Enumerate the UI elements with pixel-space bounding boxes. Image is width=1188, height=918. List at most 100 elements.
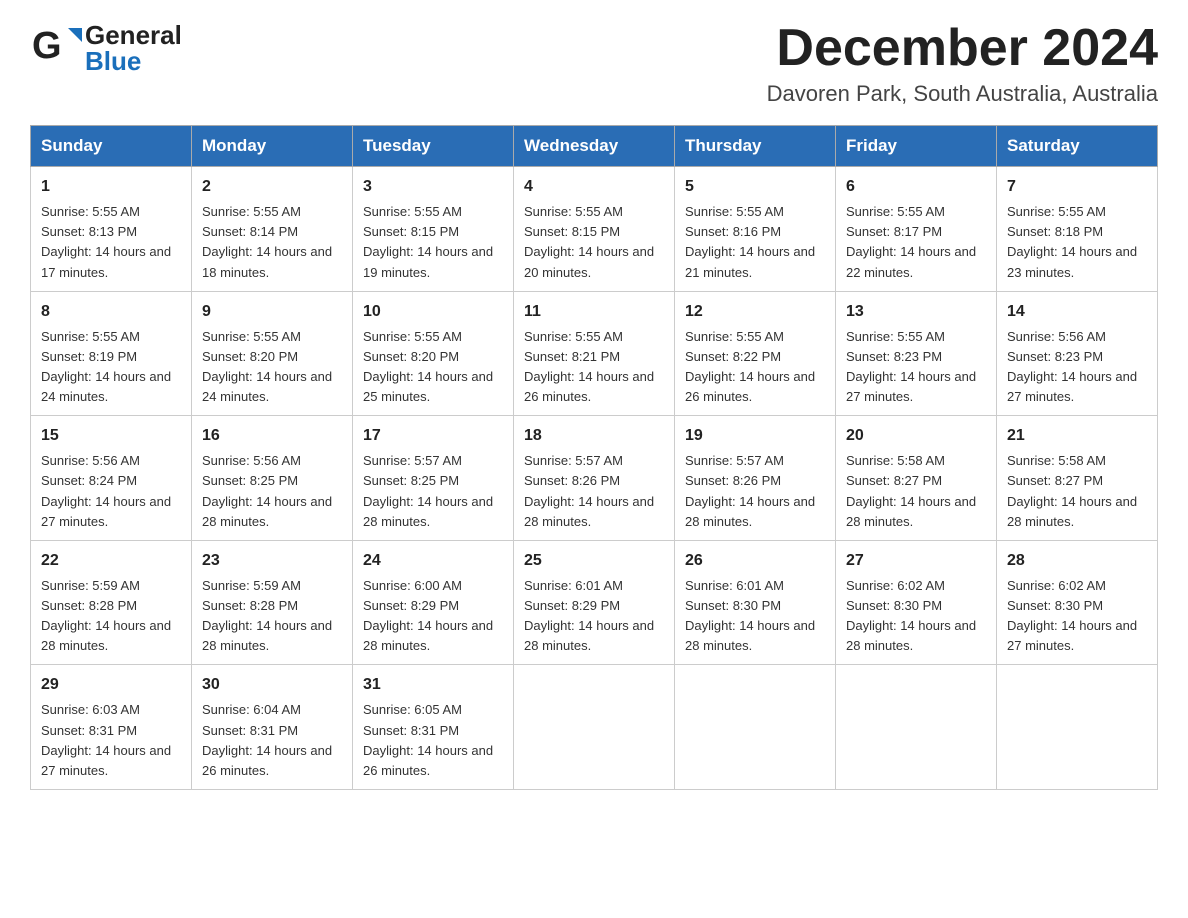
calendar-week-row: 22 Sunrise: 5:59 AMSunset: 8:28 PMDayligh… [31, 540, 1158, 665]
day-info: Sunrise: 5:57 AMSunset: 8:25 PMDaylight:… [363, 451, 503, 532]
month-title: December 2024 [767, 20, 1158, 77]
calendar-cell: 13Sunrise: 5:55 AMSunset: 8:23 PMDayligh… [836, 291, 997, 416]
day-number: 20 [846, 424, 986, 448]
day-number: 27 [846, 549, 986, 573]
day-number: 1 [41, 175, 181, 199]
day-number: 17 [363, 424, 503, 448]
day-number: 4 [524, 175, 664, 199]
calendar-cell: 1 Sunrise: 5:55 AMSunset: 8:13 PMDaylight… [31, 167, 192, 292]
calendar-week-row: 29 Sunrise: 6:03 AMSunset: 8:31 PMDayligh… [31, 665, 1158, 790]
calendar-cell: 21 Sunrise: 5:58 AMSunset: 8:27 PMDayligh… [997, 416, 1158, 541]
day-number: 5 [685, 175, 825, 199]
calendar-cell: 16Sunrise: 5:56 AMSunset: 8:25 PMDayligh… [192, 416, 353, 541]
calendar-cell: 7 Sunrise: 5:55 AMSunset: 8:18 PMDaylight… [997, 167, 1158, 292]
day-info: Sunrise: 5:55 AMSunset: 8:13 PMDaylight:… [41, 202, 181, 283]
day-info: Sunrise: 5:59 AMSunset: 8:28 PMDaylight:… [41, 576, 181, 657]
day-info: Sunrise: 5:55 AMSunset: 8:15 PMDaylight:… [363, 202, 503, 283]
day-info: Sunrise: 5:59 AMSunset: 8:28 PMDaylight:… [202, 576, 342, 657]
day-number: 15 [41, 424, 181, 448]
calendar-cell: 28Sunrise: 6:02 AMSunset: 8:30 PMDayligh… [997, 540, 1158, 665]
day-number: 6 [846, 175, 986, 199]
day-number: 7 [1007, 175, 1147, 199]
day-info: Sunrise: 5:55 AMSunset: 8:20 PMDaylight:… [202, 327, 342, 408]
day-info: Sunrise: 5:58 AMSunset: 8:27 PMDaylight:… [846, 451, 986, 532]
day-info: Sunrise: 6:03 AMSunset: 8:31 PMDaylight:… [41, 700, 181, 781]
day-number: 22 [41, 549, 181, 573]
calendar-cell: 4 Sunrise: 5:55 AMSunset: 8:15 PMDaylight… [514, 167, 675, 292]
day-info: Sunrise: 6:05 AMSunset: 8:31 PMDaylight:… [363, 700, 503, 781]
day-number: 18 [524, 424, 664, 448]
calendar-cell: 27 Sunrise: 6:02 AMSunset: 8:30 PMDayligh… [836, 540, 997, 665]
calendar-week-row: 1 Sunrise: 5:55 AMSunset: 8:13 PMDaylight… [31, 167, 1158, 292]
day-info: Sunrise: 5:56 AMSunset: 8:25 PMDaylight:… [202, 451, 342, 532]
calendar-cell: 3 Sunrise: 5:55 AMSunset: 8:15 PMDaylight… [353, 167, 514, 292]
calendar-cell: 12Sunrise: 5:55 AMSunset: 8:22 PMDayligh… [675, 291, 836, 416]
day-info: Sunrise: 5:56 AMSunset: 8:24 PMDaylight:… [41, 451, 181, 532]
day-number: 31 [363, 673, 503, 697]
day-info: Sunrise: 5:55 AMSunset: 8:16 PMDaylight:… [685, 202, 825, 283]
calendar-cell: 17 Sunrise: 5:57 AMSunset: 8:25 PMDayligh… [353, 416, 514, 541]
calendar-cell: 24 Sunrise: 6:00 AMSunset: 8:29 PMDayligh… [353, 540, 514, 665]
day-number: 25 [524, 549, 664, 573]
calendar-cell: 5 Sunrise: 5:55 AMSunset: 8:16 PMDaylight… [675, 167, 836, 292]
day-info: Sunrise: 5:55 AMSunset: 8:14 PMDaylight:… [202, 202, 342, 283]
header-tuesday: Tuesday [353, 126, 514, 167]
calendar-cell: 14 Sunrise: 5:56 AMSunset: 8:23 PMDayligh… [997, 291, 1158, 416]
day-info: Sunrise: 6:04 AMSunset: 8:31 PMDaylight:… [202, 700, 342, 781]
header-monday: Monday [192, 126, 353, 167]
day-info: Sunrise: 5:57 AMSunset: 8:26 PMDaylight:… [524, 451, 664, 532]
header-wednesday: Wednesday [514, 126, 675, 167]
day-number: 11 [524, 300, 664, 324]
day-number: 9 [202, 300, 342, 324]
calendar-cell: 10 Sunrise: 5:55 AMSunset: 8:20 PMDayligh… [353, 291, 514, 416]
day-info: Sunrise: 5:55 AMSunset: 8:20 PMDaylight:… [363, 327, 503, 408]
calendar-cell [836, 665, 997, 790]
calendar-cell: 9 Sunrise: 5:55 AMSunset: 8:20 PMDaylight… [192, 291, 353, 416]
day-info: Sunrise: 5:57 AMSunset: 8:26 PMDaylight:… [685, 451, 825, 532]
calendar-header-row: Sunday Monday Tuesday Wednesday Thursday… [31, 126, 1158, 167]
day-number: 10 [363, 300, 503, 324]
day-info: Sunrise: 5:55 AMSunset: 8:17 PMDaylight:… [846, 202, 986, 283]
page-header: G General Blue December 2024 Davoren Par… [30, 20, 1158, 107]
header-friday: Friday [836, 126, 997, 167]
calendar-cell: 25Sunrise: 6:01 AMSunset: 8:29 PMDayligh… [514, 540, 675, 665]
day-number: 21 [1007, 424, 1147, 448]
day-info: Sunrise: 6:00 AMSunset: 8:29 PMDaylight:… [363, 576, 503, 657]
calendar-week-row: 8 Sunrise: 5:55 AMSunset: 8:19 PMDaylight… [31, 291, 1158, 416]
calendar-cell: 31 Sunrise: 6:05 AMSunset: 8:31 PMDayligh… [353, 665, 514, 790]
day-number: 13 [846, 300, 986, 324]
day-number: 29 [41, 673, 181, 697]
logo-icon: G [30, 20, 85, 75]
day-info: Sunrise: 5:55 AMSunset: 8:18 PMDaylight:… [1007, 202, 1147, 283]
calendar-cell: 23 Sunrise: 5:59 AMSunset: 8:28 PMDayligh… [192, 540, 353, 665]
logo: G General Blue [30, 20, 182, 75]
day-info: Sunrise: 5:55 AMSunset: 8:15 PMDaylight:… [524, 202, 664, 283]
day-info: Sunrise: 5:55 AMSunset: 8:21 PMDaylight:… [524, 327, 664, 408]
day-number: 8 [41, 300, 181, 324]
calendar-cell [675, 665, 836, 790]
calendar-cell: 6 Sunrise: 5:55 AMSunset: 8:17 PMDaylight… [836, 167, 997, 292]
day-number: 3 [363, 175, 503, 199]
calendar-cell: 29 Sunrise: 6:03 AMSunset: 8:31 PMDayligh… [31, 665, 192, 790]
calendar-week-row: 15 Sunrise: 5:56 AMSunset: 8:24 PMDayligh… [31, 416, 1158, 541]
day-number: 2 [202, 175, 342, 199]
day-number: 23 [202, 549, 342, 573]
day-info: Sunrise: 5:56 AMSunset: 8:23 PMDaylight:… [1007, 327, 1147, 408]
calendar-cell: 8 Sunrise: 5:55 AMSunset: 8:19 PMDaylight… [31, 291, 192, 416]
logo-general-text: General [85, 22, 182, 48]
calendar-cell: 2 Sunrise: 5:55 AMSunset: 8:14 PMDaylight… [192, 167, 353, 292]
calendar-cell: 18 Sunrise: 5:57 AMSunset: 8:26 PMDayligh… [514, 416, 675, 541]
day-number: 14 [1007, 300, 1147, 324]
day-number: 24 [363, 549, 503, 573]
calendar-cell: 19Sunrise: 5:57 AMSunset: 8:26 PMDayligh… [675, 416, 836, 541]
day-info: Sunrise: 6:01 AMSunset: 8:30 PMDaylight:… [685, 576, 825, 657]
calendar-cell [997, 665, 1158, 790]
day-info: Sunrise: 6:02 AMSunset: 8:30 PMDaylight:… [1007, 576, 1147, 657]
header-sunday: Sunday [31, 126, 192, 167]
calendar-cell: 26Sunrise: 6:01 AMSunset: 8:30 PMDayligh… [675, 540, 836, 665]
day-info: Sunrise: 5:58 AMSunset: 8:27 PMDaylight:… [1007, 451, 1147, 532]
day-info: Sunrise: 6:02 AMSunset: 8:30 PMDaylight:… [846, 576, 986, 657]
day-number: 12 [685, 300, 825, 324]
day-number: 30 [202, 673, 342, 697]
day-info: Sunrise: 5:55 AMSunset: 8:19 PMDaylight:… [41, 327, 181, 408]
